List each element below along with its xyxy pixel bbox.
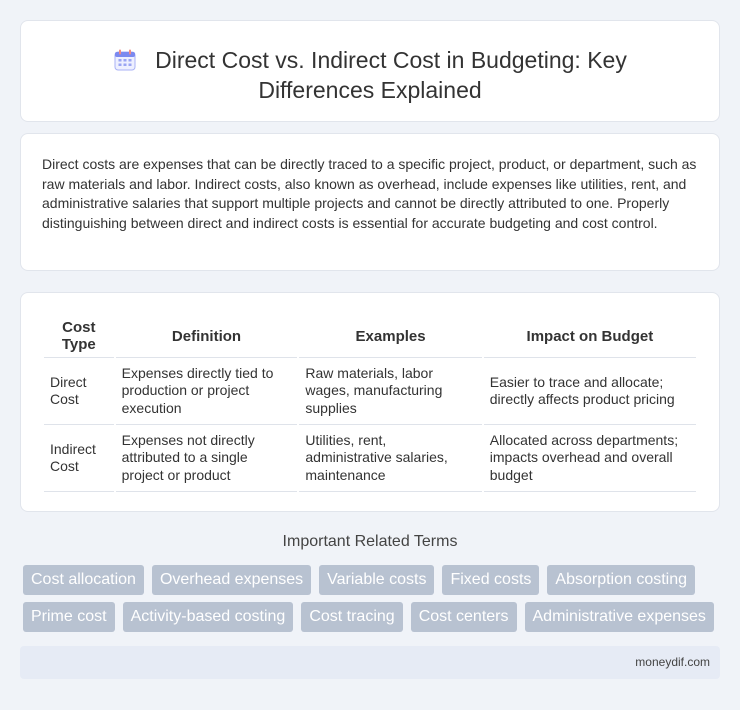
header-cost-type: Cost Type (44, 315, 114, 358)
footer-site[interactable]: moneydif.com (635, 655, 710, 669)
tag-cost-centers[interactable]: Cost centers (410, 602, 517, 632)
cell-definition: Expenses not directly attributed to a si… (115, 425, 298, 492)
header-examples: Examples (299, 315, 482, 358)
comparison-table-card: Cost Type Definition Examples Impact on … (20, 292, 720, 512)
cell-examples: Utilities, rent, administrative salaries… (299, 425, 482, 492)
tag-row-1: Cost allocation Overhead expenses Variab… (23, 565, 723, 595)
related-terms-tags: Cost allocation Overhead expenses Variab… (23, 565, 723, 639)
cell-examples: Raw materials, labor wages, manufacturin… (299, 358, 482, 425)
cell-impact: Easier to trace and allocate; directly a… (483, 358, 696, 425)
cell-cost-type: Indirect Cost (44, 425, 114, 492)
title-line-1: Direct Cost vs. Indirect Cost in Budgeti… (155, 47, 627, 73)
tag-overhead-expenses[interactable]: Overhead expenses (151, 565, 312, 595)
intro-card: Direct costs are expenses that can be di… (20, 133, 720, 271)
table-header-row: Cost Type Definition Examples Impact on … (44, 315, 696, 358)
title-line-2: Differences Explained (258, 77, 482, 103)
header-definition: Definition (115, 315, 298, 358)
tag-prime-cost[interactable]: Prime cost (23, 602, 115, 632)
header-impact: Impact on Budget (483, 315, 696, 358)
tag-fixed-costs[interactable]: Fixed costs (442, 565, 540, 595)
tag-administrative-expenses[interactable]: Administrative expenses (524, 602, 714, 632)
header-card: Direct Cost vs. Indirect Cost in Budgeti… (20, 20, 720, 122)
table-row: Indirect Cost Expenses not directly attr… (44, 425, 696, 492)
tag-variable-costs[interactable]: Variable costs (319, 565, 435, 595)
intro-text: Direct costs are expenses that can be di… (42, 156, 697, 231)
footer: moneydif.com (20, 646, 720, 679)
tag-absorption-costing[interactable]: Absorption costing (547, 565, 696, 595)
calendar-icon (114, 49, 136, 71)
tag-row-2: Prime cost Activity-based costing Cost t… (23, 602, 723, 632)
tag-activity-based-costing[interactable]: Activity-based costing (122, 602, 294, 632)
cell-cost-type: Direct Cost (44, 358, 114, 425)
table-row: Direct Cost Expenses directly tied to pr… (44, 358, 696, 425)
cell-impact: Allocated across departments; impacts ov… (483, 425, 696, 492)
tag-cost-tracing[interactable]: Cost tracing (301, 602, 403, 632)
page-title: Direct Cost vs. Indirect Cost in Budgeti… (21, 45, 719, 105)
related-terms-title: Important Related Terms (282, 533, 458, 550)
comparison-table: Cost Type Definition Examples Impact on … (42, 315, 698, 492)
tag-cost-allocation[interactable]: Cost allocation (23, 565, 144, 595)
cell-definition: Expenses directly tied to production or … (115, 358, 298, 425)
